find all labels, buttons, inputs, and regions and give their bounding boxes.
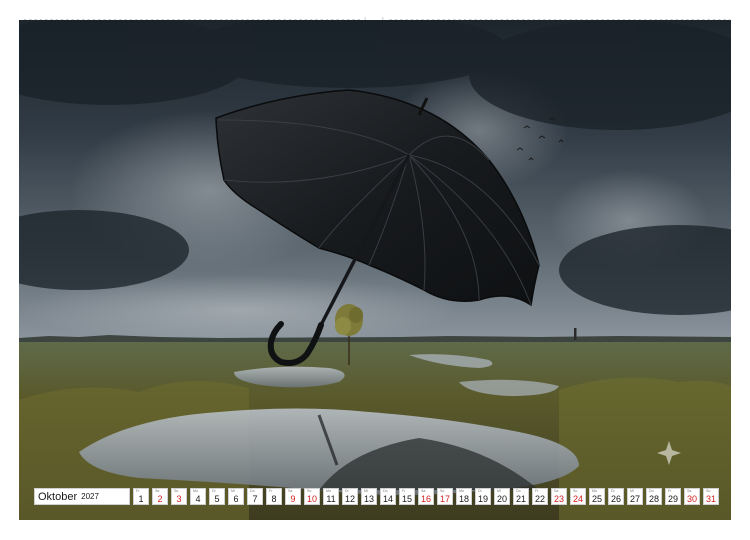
day-number: 14 [382,494,393,504]
day-number: 26 [610,494,621,504]
day-number: 4 [195,494,201,504]
day-cell: Do 28 [646,488,662,505]
day-cell: Fr 1 [133,488,149,505]
day-number: 23 [553,494,564,504]
day-cell: Mi 27 [627,488,643,505]
day-number: 31 [705,494,716,504]
day-number: 12 [344,494,355,504]
day-number: 11 [326,494,336,504]
month-label: Oktober 2027 [34,488,130,505]
day-number: 27 [629,494,640,504]
day-number: 22 [534,494,545,504]
day-number: 21 [515,494,526,504]
day-number: 18 [458,494,469,504]
day-cell: Di 19 [475,488,491,505]
day-cell: So 24 [570,488,586,505]
day-number: 20 [496,494,507,504]
day-cell: Sa 16 [418,488,434,505]
day-number: 6 [233,494,239,504]
day-number: 8 [271,494,277,504]
day-number: 19 [477,494,488,504]
day-cell: Fr 15 [399,488,415,505]
day-cell: Mo 4 [190,488,206,505]
day-cell: Mo 11 [323,488,339,505]
day-cell: Sa 23 [551,488,567,505]
day-cell: Sa 9 [285,488,301,505]
day-cell: So 17 [437,488,453,505]
day-number: 28 [648,494,659,504]
day-cell: Sa 30 [684,488,700,505]
day-number: 13 [363,494,374,504]
day-number: 17 [439,494,450,504]
day-cell: Do 21 [513,488,529,505]
day-cells: Fr 1 Sa 2 So 3 Mo 4 Di 5 Mi 6 Do 7 Fr 8 Sa 9 So 10 Mo 11 Di 12 M… [130,488,719,505]
day-cell: Fr 8 [266,488,282,505]
distant-figure [574,328,577,340]
day-number: 25 [591,494,602,504]
day-cell: So 10 [304,488,320,505]
day-number: 5 [214,494,220,504]
day-number: 16 [420,494,431,504]
day-cell: Mi 20 [494,488,510,505]
day-cell: Fr 29 [665,488,681,505]
day-cell: Di 12 [342,488,358,505]
day-cell: So 31 [703,488,719,505]
day-number: 1 [138,494,144,504]
day-cell: Mo 25 [589,488,605,505]
day-cell: Mo 18 [456,488,472,505]
day-number: 29 [667,494,678,504]
day-number: 3 [176,494,182,504]
day-number: 7 [252,494,258,504]
day-cell: Do 7 [247,488,263,505]
month-name: Oktober [38,490,78,503]
day-number: 15 [401,494,412,504]
day-number: 2 [157,494,163,504]
day-number: 24 [572,494,583,504]
day-cell: Mi 6 [228,488,244,505]
day-cell: So 3 [171,488,187,505]
day-cell: Do 14 [380,488,396,505]
day-cell: Mi 13 [361,488,377,505]
day-cell: Di 26 [608,488,624,505]
day-number: 30 [686,494,697,504]
day-cell: Di 5 [209,488,225,505]
month-year: 2027 [81,492,99,501]
day-cell: Fr 22 [532,488,548,505]
calendar-photo [19,20,731,520]
calendar-strip: Oktober 2027 Fr 1 Sa 2 So 3 Mo 4 Di 5 Mi 6 Do 7 Fr 8 Sa 9… [34,488,719,505]
day-cell: Sa 2 [152,488,168,505]
day-number: 10 [306,494,317,504]
day-number: 9 [290,494,296,504]
